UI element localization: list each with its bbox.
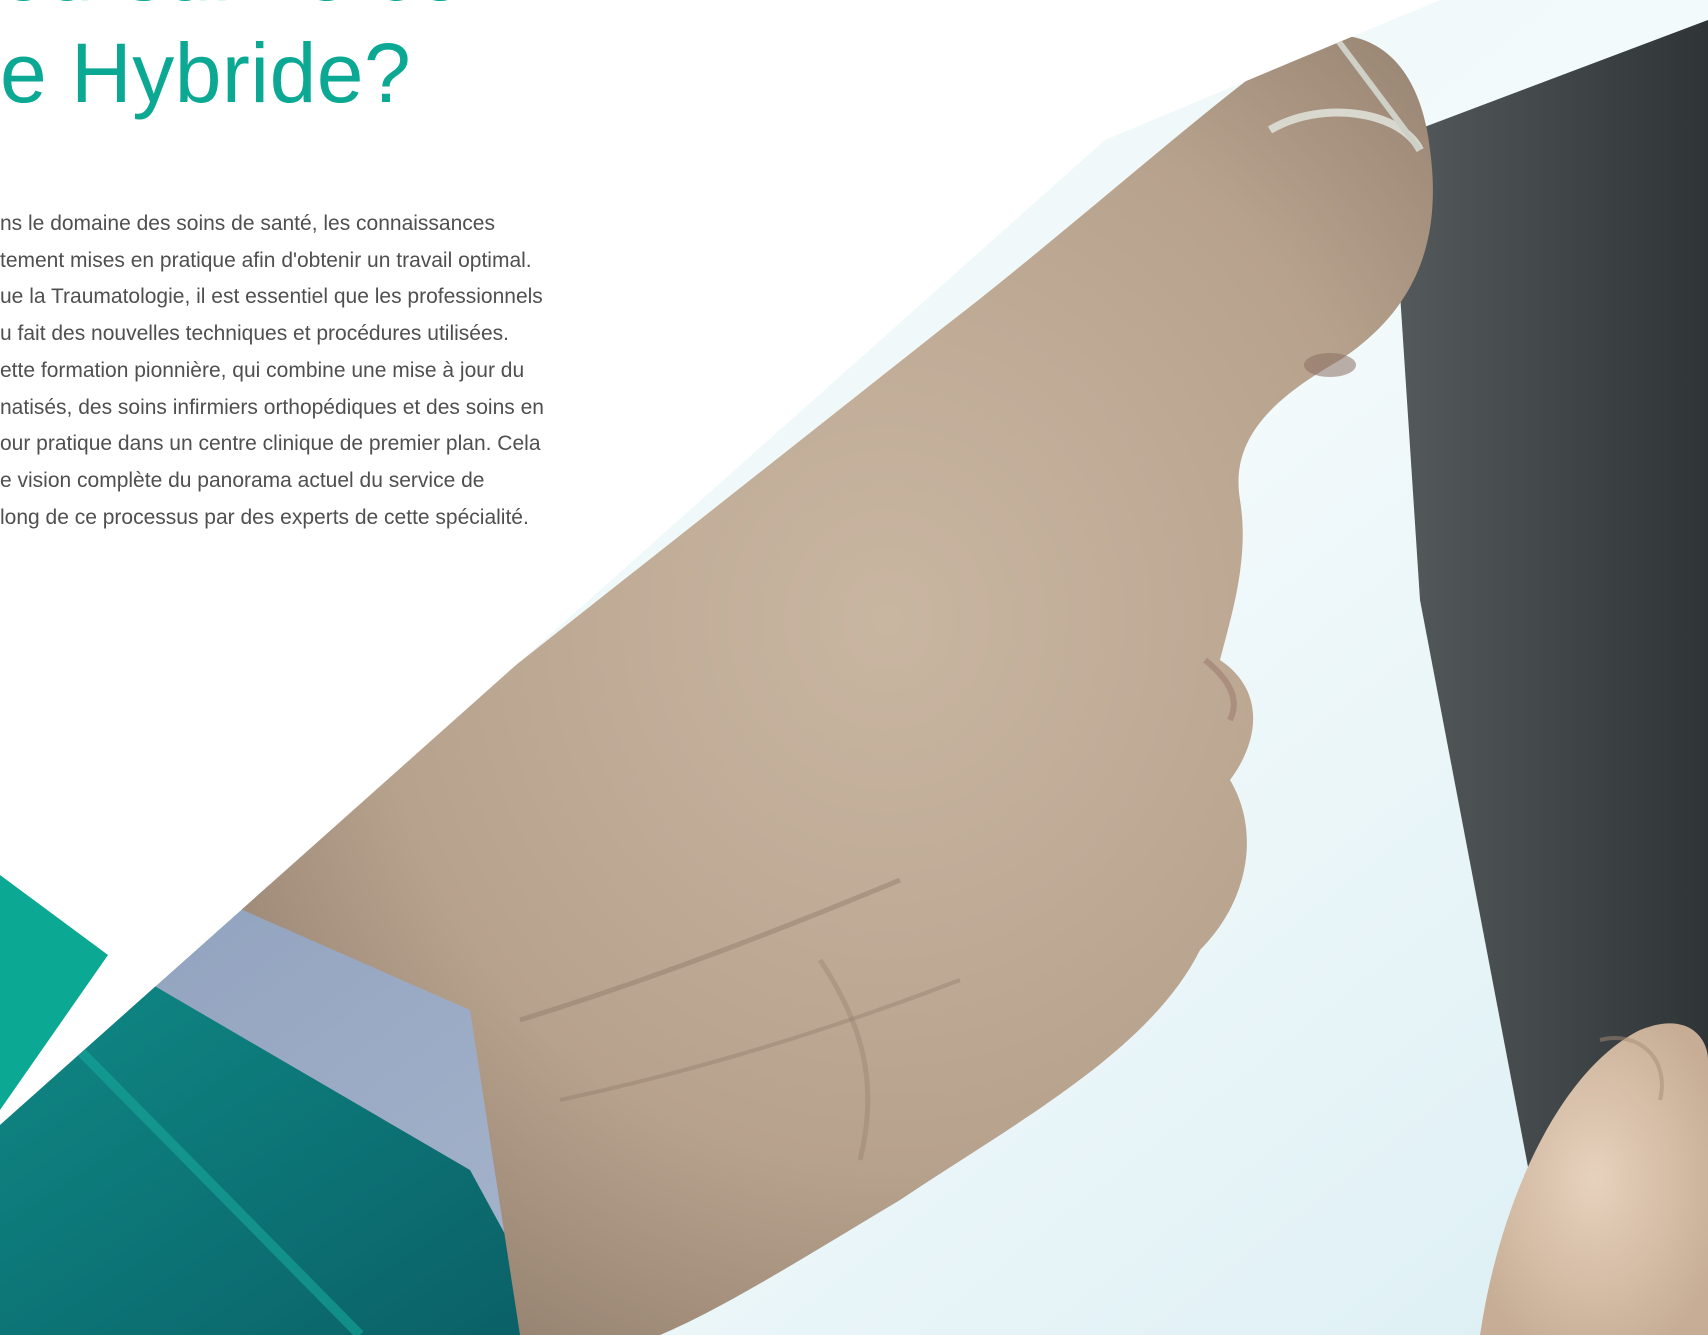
paragraph-line: ns le domaine des soins de santé, les co…	[0, 212, 495, 235]
paragraph-line: tement mises en pratique afin d'obtenir …	[0, 248, 532, 272]
paragraph-line: natisés, des soins infirmiers orthopédiq…	[0, 395, 544, 419]
page-title-line: e Hybride?	[0, 26, 412, 120]
paragraph-line: u fait des nouvelles techniques et procé…	[0, 322, 509, 346]
paragraph-line: long de ce processus par des experts de …	[0, 505, 529, 529]
intro-paragraph: ns le domaine des soins de santé, les co…	[0, 206, 640, 536]
page-title-line: oursuivre ce	[0, 0, 464, 22]
hero-photo-doctor-examining-xray	[0, 0, 1708, 1335]
paragraph-line: ette formation pionnière, qui combine un…	[0, 358, 525, 382]
paragraph-line: ue la Traumatologie, il est essentiel qu…	[0, 285, 543, 309]
paragraph-line: our pratique dans un centre clinique de …	[0, 432, 541, 456]
page-title: oursuivre ce e Hybride?	[0, 0, 464, 124]
paragraph-line: e vision complète du panorama actuel du …	[0, 468, 485, 492]
